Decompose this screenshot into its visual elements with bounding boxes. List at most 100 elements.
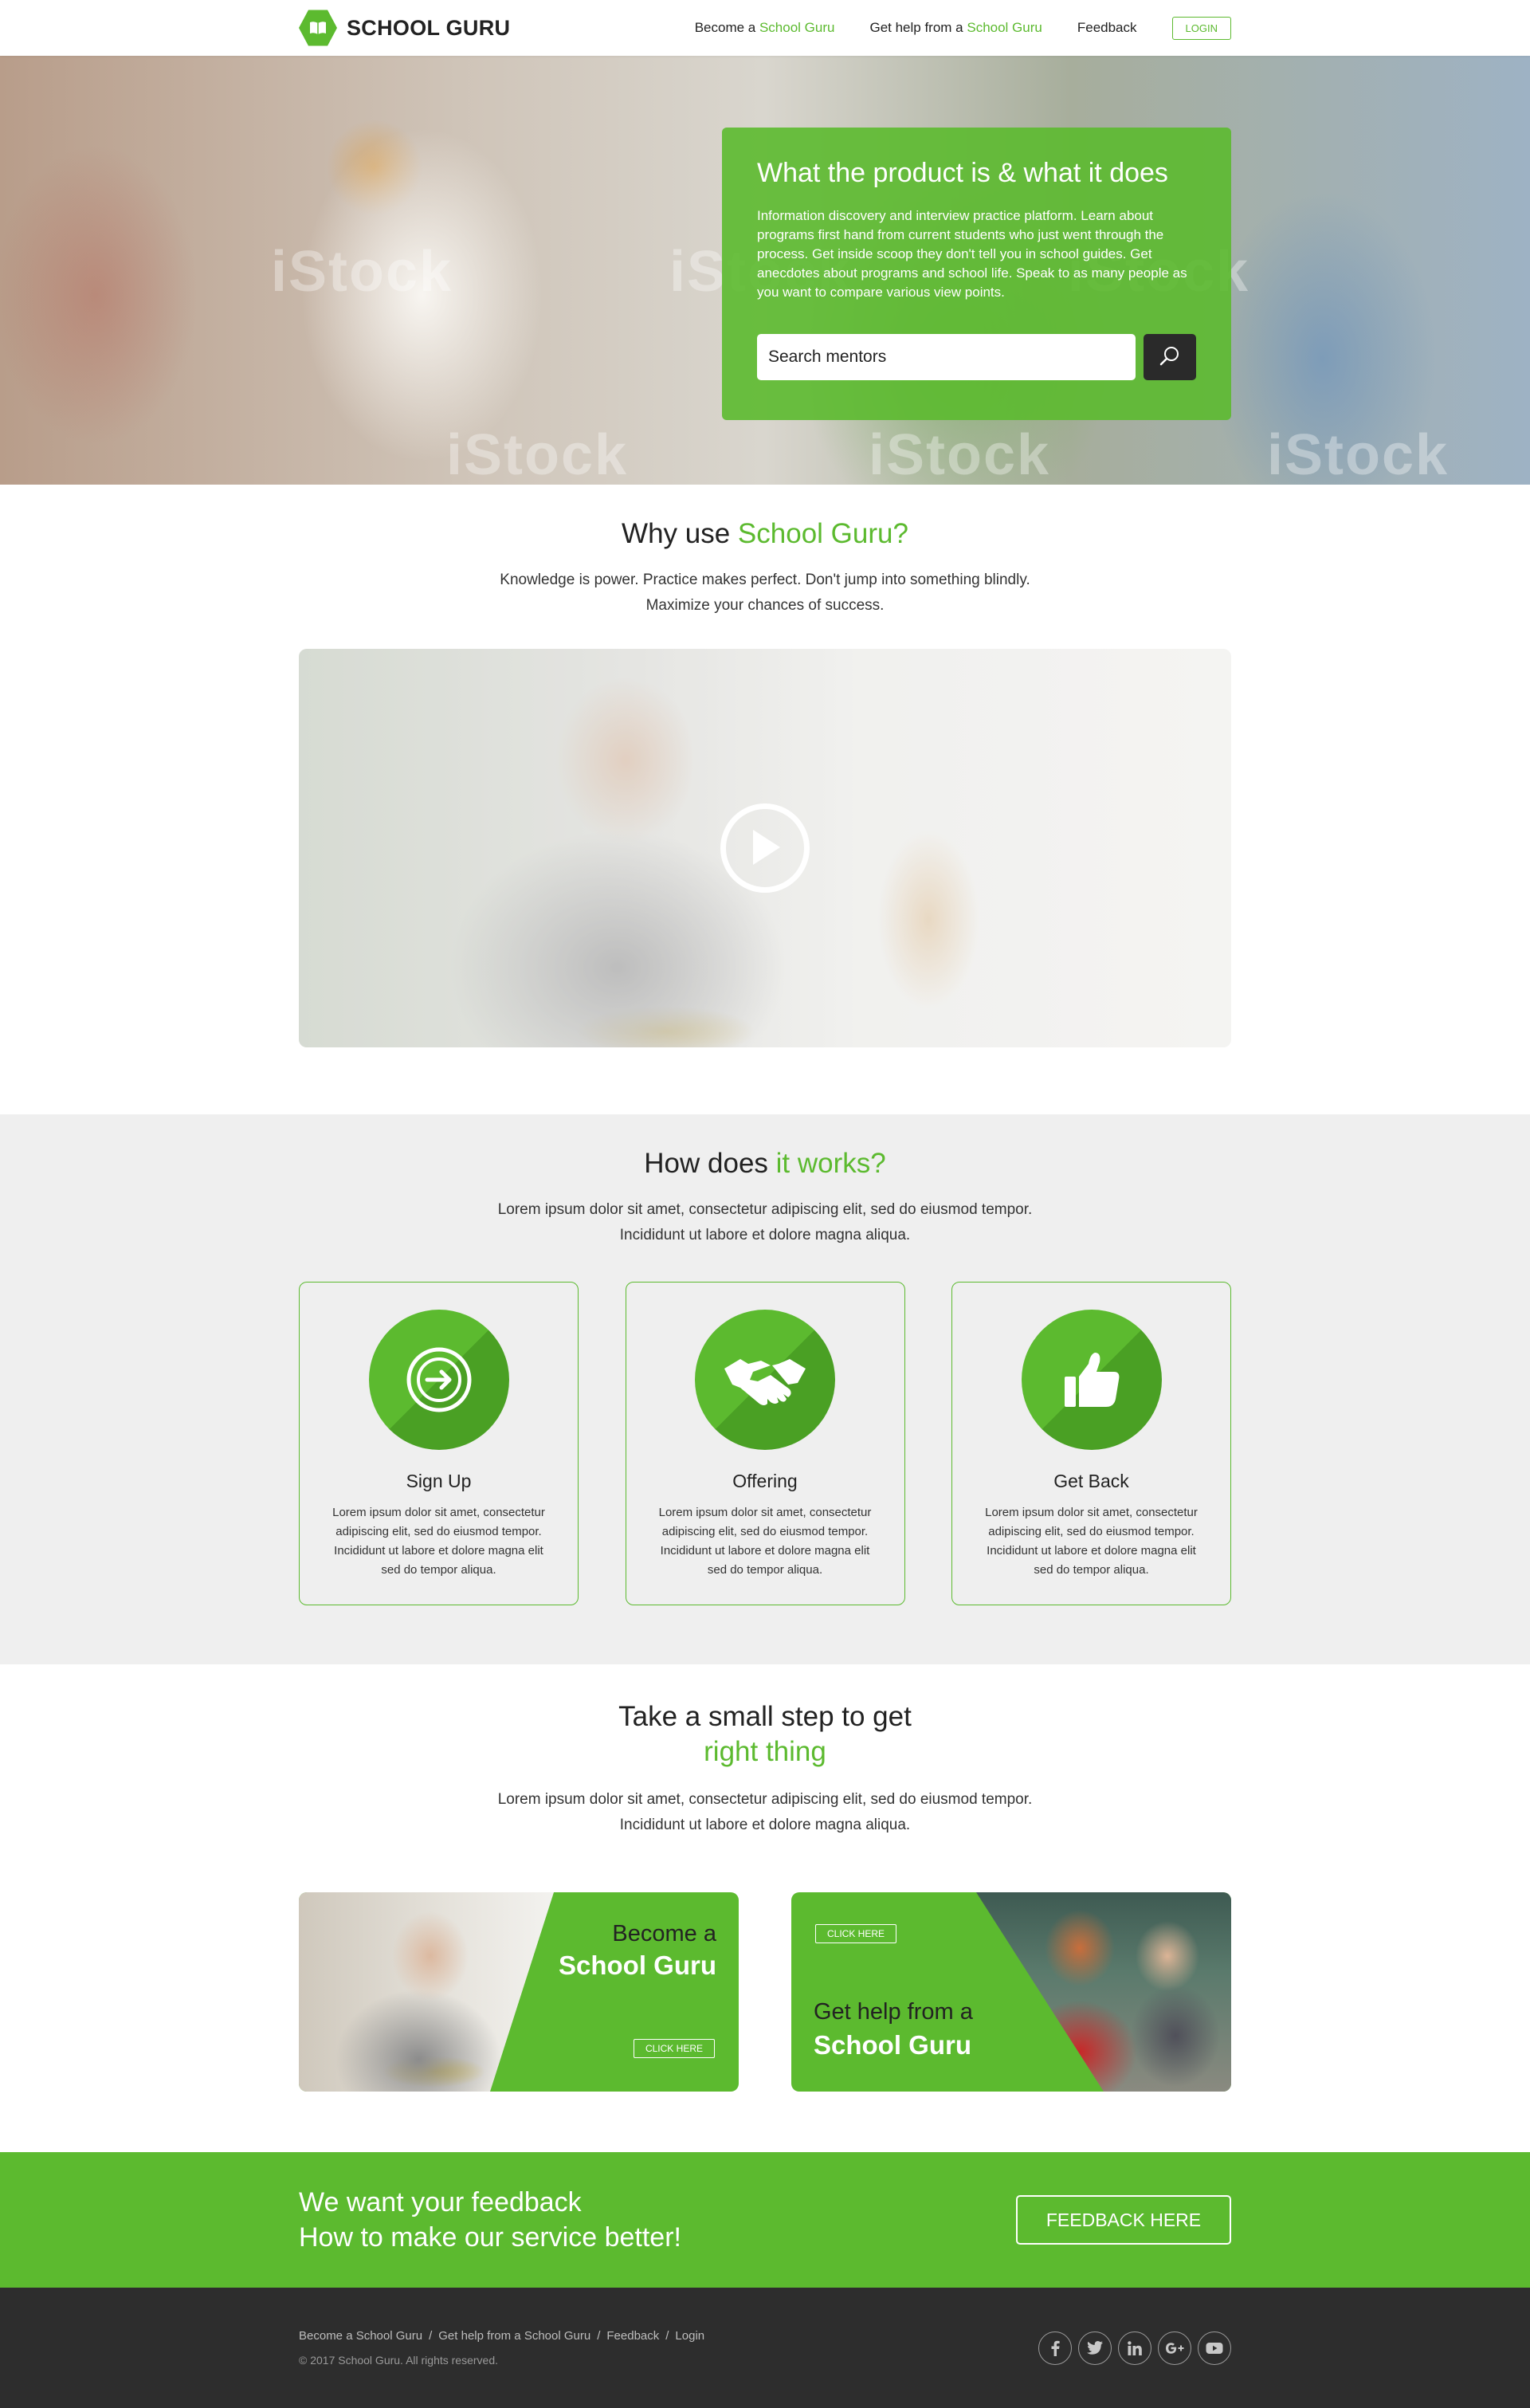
hero-description: Information discovery and interview prac… — [757, 208, 1187, 300]
thumbs-up-icon — [1022, 1310, 1162, 1450]
feedback-text: We want your feedback How to make our se… — [299, 2185, 681, 2255]
how-subtitle: Lorem ipsum dolor sit amet, consectetur … — [299, 1197, 1231, 1248]
facebook-icon[interactable] — [1038, 2331, 1072, 2365]
how-title: How does it works? — [299, 1148, 1231, 1180]
feedback-line1: We want your feedback — [299, 2187, 582, 2217]
social-links — [1038, 2331, 1231, 2365]
nav-get-help-prefix: Get help from a — [869, 20, 967, 35]
why-title-highlight: School Guru? — [737, 518, 908, 549]
search-bar — [757, 334, 1196, 380]
become-guru-click-button[interactable]: CLICK HERE — [633, 2039, 715, 2058]
logo-text: SCHOOL GURU — [347, 15, 511, 40]
get-help-click-button[interactable]: CLICK HERE — [815, 1924, 897, 1943]
step-subtitle-line2: Incididunt ut labore et dolore magna ali… — [619, 1817, 911, 1833]
step-subtitle: Lorem ipsum dolor sit amet, consectetur … — [299, 1787, 1231, 1838]
site-header: SCHOOL GURU Become a School Guru Get hel… — [0, 0, 1530, 56]
why-title: Why use School Guru? — [299, 518, 1231, 550]
nav-feedback[interactable]: Feedback — [1077, 20, 1137, 36]
hero-section: iStock iStock iStock iStock iStock iStoc… — [0, 56, 1530, 485]
logo[interactable]: SCHOOL GURU — [299, 9, 510, 47]
step-section: Take a small step to get right thing Lore… — [0, 1664, 1530, 2152]
how-title-highlight: it works? — [775, 1148, 886, 1179]
how-subtitle-line2: Incididunt ut labore et dolore magna ali… — [619, 1227, 911, 1243]
watermark: iStock — [869, 423, 1051, 485]
how-title-prefix: How does — [644, 1148, 776, 1179]
banner-text: Get help from a School Guru — [814, 1999, 973, 2060]
nav-get-help[interactable]: Get help from a School Guru — [869, 20, 1042, 36]
footer-left: Become a School Guru / Get help from a Sch… — [299, 2329, 704, 2367]
how-subtitle-line1: Lorem ipsum dolor sit amet, consectetur … — [497, 1201, 1033, 1218]
search-input[interactable] — [757, 334, 1136, 380]
login-button[interactable]: LOGIN — [1171, 16, 1231, 40]
banner-line1: Become a — [612, 1921, 716, 1946]
why-subtitle-line1: Knowledge is power. Practice makes perfe… — [500, 572, 1030, 588]
card-icon-circle — [695, 1310, 835, 1450]
feedback-button[interactable]: FEEDBACK HERE — [1016, 2195, 1231, 2245]
watermark: iStock — [1267, 423, 1450, 485]
step-title-line1: Take a small step to get — [618, 1701, 912, 1732]
banner-get-help[interactable]: CLICK HERE Get help from a School Guru — [791, 1892, 1231, 2092]
copyright: © 2017 School Guru. All rights reserved. — [299, 2354, 498, 2367]
linkedin-icon[interactable] — [1118, 2331, 1151, 2365]
sign-in-icon — [369, 1310, 509, 1450]
footer-link-feedback[interactable]: Feedback — [606, 2329, 659, 2343]
nav-become-guru[interactable]: Become a School Guru — [695, 20, 835, 36]
why-subtitle: Knowledge is power. Practice makes perfe… — [299, 568, 1231, 619]
footer-link-login[interactable]: Login — [675, 2329, 704, 2343]
feedback-section: We want your feedback How to make our se… — [0, 2152, 1530, 2288]
card-icon-circle — [1021, 1310, 1162, 1450]
play-icon — [747, 827, 783, 870]
footer-link-get-help[interactable]: Get help from a School Guru — [438, 2329, 590, 2343]
step-subtitle-line1: Lorem ipsum dolor sit amet, consectetur … — [497, 1791, 1033, 1808]
video-player[interactable] — [299, 649, 1231, 1047]
banner-text: Become a School Guru — [559, 1921, 716, 1981]
banner-photo — [299, 1892, 554, 2092]
handshake-icon — [695, 1310, 835, 1450]
site-footer: Become a School Guru / Get help from a Sch… — [0, 2288, 1530, 2408]
card-title: Sign Up — [406, 1471, 472, 1491]
card-offering: Offering Lorem ipsum dolor sit amet, con… — [625, 1282, 905, 1605]
youtube-icon[interactable] — [1198, 2331, 1231, 2365]
footer-separator: / — [665, 2329, 669, 2343]
card-icon-circle — [368, 1310, 509, 1450]
feedback-line2: How to make our service better! — [299, 2222, 681, 2253]
footer-separator: / — [429, 2329, 433, 2343]
footer-separator: / — [597, 2329, 601, 2343]
search-button[interactable] — [1143, 334, 1196, 380]
book-icon — [299, 10, 337, 46]
why-title-prefix: Why use — [622, 518, 738, 549]
search-icon — [1158, 344, 1182, 371]
banner-line1: Get help from a — [814, 1999, 973, 2025]
banner-photo — [976, 1892, 1231, 2092]
steps-cards: Sign Up Lorem ipsum dolor sit amet, cons… — [299, 1282, 1231, 1605]
how-section: How does it works? Lorem ipsum dolor sit… — [0, 1114, 1530, 1664]
card-get-back: Get Back Lorem ipsum dolor sit amet, con… — [951, 1282, 1231, 1605]
card-text: Lorem ipsum dolor sit amet, consectetur … — [658, 1506, 872, 1577]
nav-get-help-highlight: School Guru — [967, 20, 1042, 35]
nav-become-guru-highlight: School Guru — [759, 20, 835, 35]
google-plus-icon[interactable] — [1158, 2331, 1191, 2365]
main-nav: Become a School Guru Get help from a Sch… — [695, 16, 1231, 40]
banner-become-guru[interactable]: Become a School Guru CLICK HERE — [299, 1892, 739, 2092]
step-title-line2: right thing — [704, 1736, 826, 1767]
banner-line2: School Guru — [814, 2030, 971, 2060]
footer-link-become-guru[interactable]: Become a School Guru — [299, 2329, 422, 2343]
card-sign-up: Sign Up Lorem ipsum dolor sit amet, cons… — [299, 1282, 579, 1605]
why-section: Why use School Guru? Knowledge is power.… — [0, 485, 1530, 1114]
footer-links: Become a School Guru / Get help from a Sch… — [299, 2329, 704, 2343]
watermark: iStock — [446, 423, 629, 485]
banner-line2: School Guru — [559, 1950, 716, 1980]
card-title: Offering — [732, 1471, 798, 1491]
hero-title: What the product is & what it does — [757, 158, 1168, 188]
cta-banners: Become a School Guru CLICK HERE CLICK HE… — [299, 1892, 1231, 2092]
play-button[interactable] — [720, 803, 810, 893]
hero-card: What the product is & what it does Infor… — [722, 128, 1231, 420]
why-subtitle-line2: Maximize your chances of success. — [645, 597, 885, 614]
nav-feedback-label: Feedback — [1077, 20, 1137, 35]
nav-become-guru-prefix: Become a — [694, 20, 759, 35]
step-title: Take a small step to get right thing — [299, 1699, 1231, 1770]
card-text: Lorem ipsum dolor sit amet, consectetur … — [985, 1506, 1198, 1577]
twitter-icon[interactable] — [1078, 2331, 1112, 2365]
watermark: iStock — [271, 240, 453, 304]
card-title: Get Back — [1053, 1471, 1129, 1491]
